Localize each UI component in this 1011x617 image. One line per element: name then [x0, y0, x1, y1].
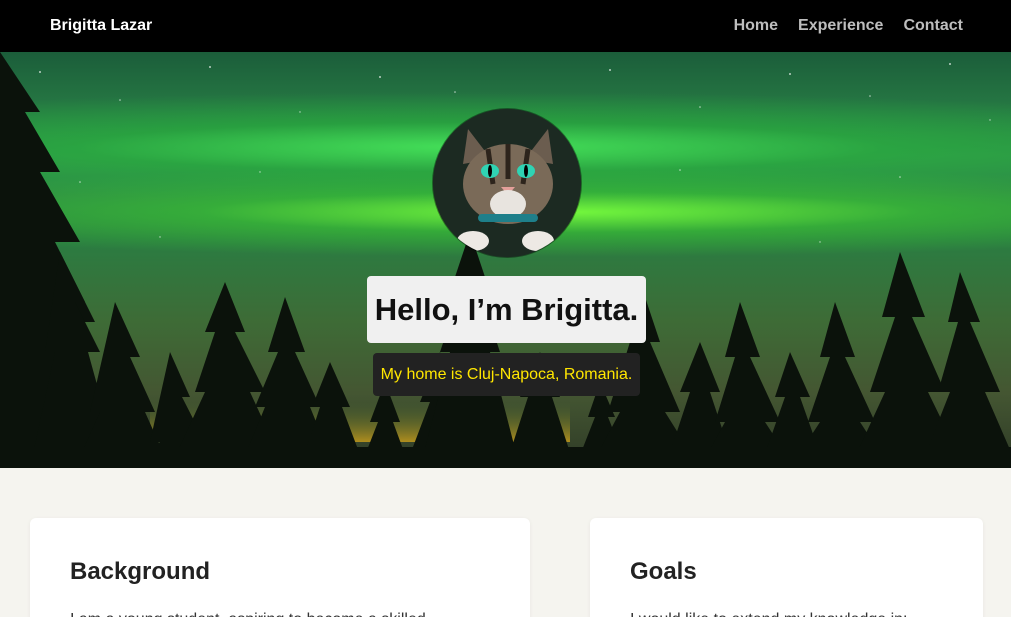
cat-portrait-icon [433, 109, 581, 257]
nav-links: Home Experience Contact [734, 17, 963, 35]
hero-banner: Hello, I’m Brigitta. My home is Cluj-Nap… [0, 52, 1011, 468]
nav-link-contact[interactable]: Contact [903, 17, 963, 35]
hero-subtitle-box: My home is Cluj-Napoca, Romania. [373, 353, 640, 396]
nav-link-experience[interactable]: Experience [798, 17, 883, 35]
background-card: Background I am a young student, aspirin… [30, 518, 530, 617]
nav-link-home[interactable]: Home [734, 17, 778, 35]
brand-link[interactable]: Brigitta Lazar [50, 17, 152, 35]
goals-text: I would like to extend my knowledge in: [630, 608, 943, 617]
hero-title-box: Hello, I’m Brigitta. [367, 276, 646, 343]
hero-title: Hello, I’m Brigitta. [374, 291, 639, 327]
background-heading: Background [70, 558, 211, 585]
top-navbar: Brigitta Lazar Home Experience Contact [0, 0, 1011, 52]
goals-heading: Goals [630, 558, 697, 585]
goals-card: Goals I would like to extend my knowledg… [590, 518, 983, 617]
background-text: I am a young student, aspiring to become… [70, 608, 490, 617]
hero-subtitle: My home is Cluj-Napoca, Romania. [380, 365, 633, 383]
